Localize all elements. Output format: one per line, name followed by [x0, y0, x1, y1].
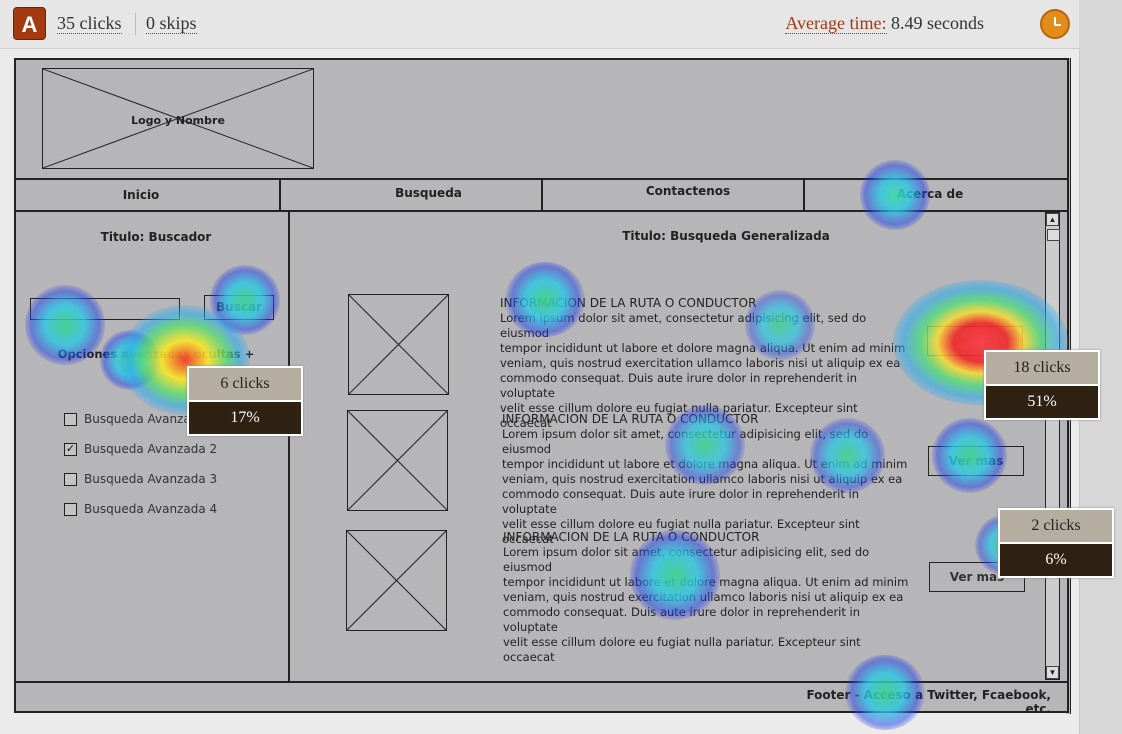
footer-line: [16, 681, 1067, 683]
variant-badge[interactable]: A: [13, 7, 46, 40]
clicks-count[interactable]: 35 clicks: [57, 13, 122, 34]
average-time-value: 8.49 seconds: [891, 13, 984, 33]
scroll-down-icon[interactable]: ▼: [1046, 666, 1059, 679]
checkbox-advanced-3[interactable]: [64, 473, 77, 486]
logo-text: Logo y Nombre: [131, 114, 225, 127]
click-tooltip: 6 clicks 17%: [187, 366, 303, 436]
tooltip-percent: 17%: [189, 402, 301, 434]
checkbox-label: Busqueda Avanzada 2: [84, 442, 218, 456]
stats-bar: A 35 clicks 0 skips Average time: 8.49 s…: [0, 0, 1079, 49]
tooltip-percent: 51%: [986, 386, 1098, 418]
tooltip-clicks: 18 clicks: [986, 352, 1098, 386]
checkbox-advanced-1[interactable]: [64, 413, 77, 426]
tooltip-clicks: 6 clicks: [189, 368, 301, 402]
result-image: [347, 410, 448, 511]
checkbox-label: Busqueda Avanzada 3: [84, 472, 218, 486]
main-title: Titulo: Busqueda Generalizada: [622, 229, 830, 243]
stats-divider: [135, 13, 136, 35]
scroll-thumb[interactable]: [1047, 229, 1060, 241]
clock-icon: [1040, 9, 1070, 39]
average-time-label[interactable]: Average time:: [785, 13, 887, 34]
checkbox-advanced-2[interactable]: ✓: [64, 443, 77, 456]
nav-contactenos[interactable]: Contactenos: [543, 184, 833, 198]
tooltip-clicks: 2 clicks: [1000, 510, 1112, 544]
checkbox-advanced-4[interactable]: [64, 503, 77, 516]
tooltip-percent: 6%: [1000, 544, 1112, 576]
click-tooltip: 18 clicks 51%: [984, 350, 1100, 420]
nav-inicio[interactable]: Inicio: [16, 188, 266, 202]
sidebar-title: Titulo: Buscador: [100, 230, 212, 244]
nav-acerca-de[interactable]: Acerca de: [805, 187, 1055, 201]
result-image: [346, 530, 447, 631]
advanced-options-link[interactable]: Opciones avanzadas ocultas +: [56, 347, 256, 361]
skips-count[interactable]: 0 skips: [146, 13, 197, 34]
result-item: INFORMACION DE LA RUTA O CONDUCTOR Lorem …: [502, 412, 908, 546]
footer-text: Footer - Acceso a Twitter, Fcaebook, etc…: [806, 688, 1051, 713]
result-image: [348, 294, 449, 395]
search-button[interactable]: Buscar: [204, 295, 274, 320]
ver-mas-button[interactable]: Ver mas: [928, 446, 1024, 476]
result-item: INFORMACION DE LA RUTA O CONDUCTOR Lorem …: [503, 530, 909, 664]
nav-busqueda[interactable]: Busqueda: [281, 186, 576, 200]
result-item: INFORMACION DE LA RUTA O CONDUCTOR Lorem …: [500, 296, 906, 430]
wireframe-mock: Logo y Nombre Inicio Busqueda Contacteno…: [14, 58, 1069, 713]
main-scrollbar[interactable]: ▲ ▼: [1045, 212, 1060, 680]
checkbox-label: Busqueda Avanzada 4: [84, 502, 218, 516]
scroll-up-icon[interactable]: ▲: [1046, 213, 1059, 226]
search-input[interactable]: [30, 298, 180, 320]
sidebar-divider: [288, 212, 290, 682]
average-time: Average time: 8.49 seconds: [785, 13, 984, 34]
click-tooltip: 2 clicks 6%: [998, 508, 1114, 578]
